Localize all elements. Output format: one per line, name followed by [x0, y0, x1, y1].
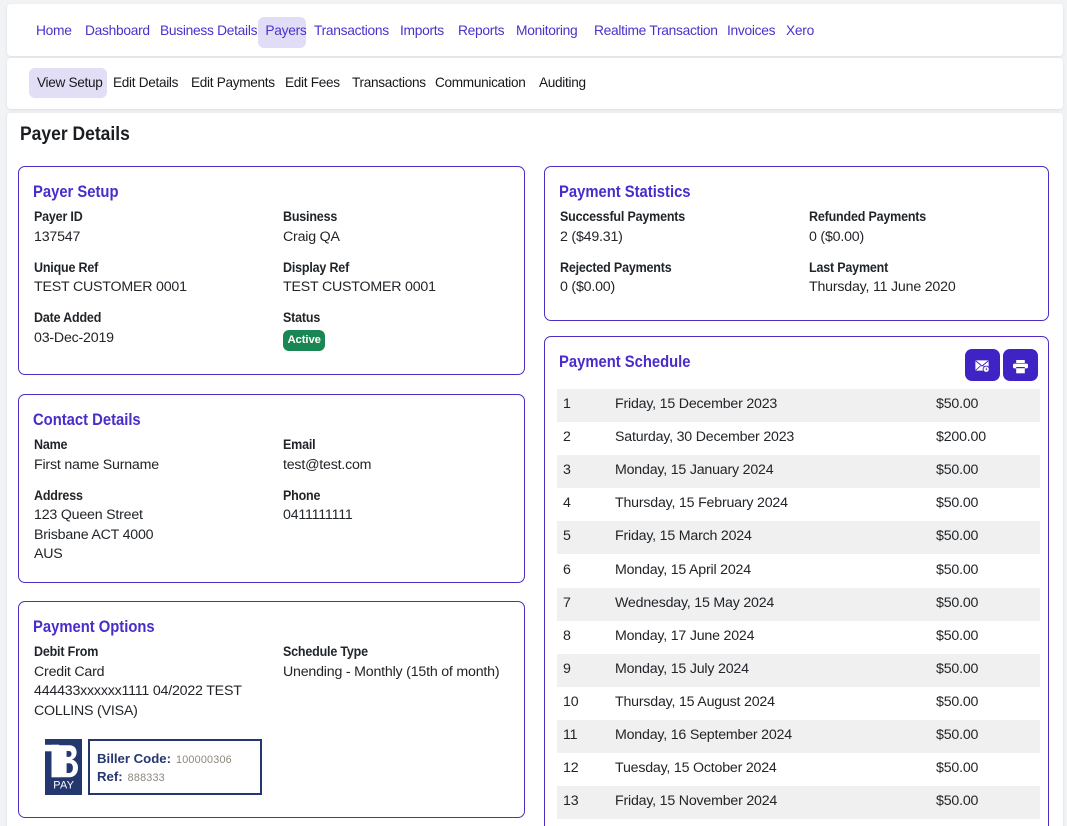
- svg-text:PAY: PAY: [53, 780, 74, 792]
